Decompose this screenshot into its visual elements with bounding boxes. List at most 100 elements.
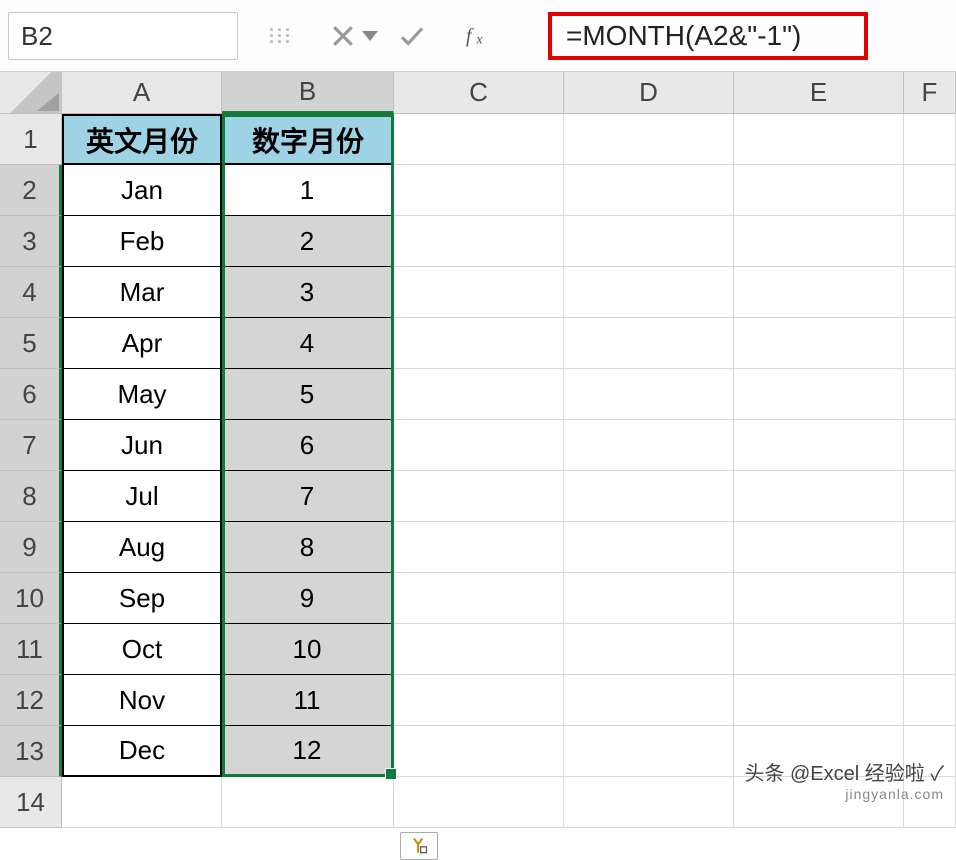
cell[interactable]: [734, 114, 904, 165]
expand-grip-icon[interactable]: [246, 12, 296, 59]
cell[interactable]: [564, 624, 734, 675]
cell[interactable]: [564, 573, 734, 624]
cell[interactable]: [394, 369, 564, 420]
cell-B12[interactable]: 11: [222, 675, 394, 726]
cell-B5[interactable]: 4: [222, 318, 394, 369]
cell[interactable]: [904, 573, 956, 624]
cell[interactable]: [904, 318, 956, 369]
cell-A2[interactable]: Jan: [62, 165, 222, 216]
col-header-A[interactable]: A: [62, 72, 222, 114]
cell[interactable]: [394, 471, 564, 522]
cell[interactable]: [734, 522, 904, 573]
cell[interactable]: [904, 675, 956, 726]
row-header[interactable]: 11: [0, 624, 62, 675]
cell[interactable]: [904, 369, 956, 420]
cell[interactable]: [564, 522, 734, 573]
cell-A8[interactable]: Jul: [62, 471, 222, 522]
cell-A6[interactable]: May: [62, 369, 222, 420]
cell-B2[interactable]: 1: [222, 165, 394, 216]
cell[interactable]: [904, 165, 956, 216]
fx-icon[interactable]: fx: [464, 19, 498, 53]
cell[interactable]: [394, 573, 564, 624]
cell[interactable]: [394, 624, 564, 675]
cell[interactable]: [734, 675, 904, 726]
row-header[interactable]: 3: [0, 216, 62, 267]
row-header[interactable]: 6: [0, 369, 62, 420]
row-header[interactable]: 1: [0, 114, 62, 165]
cell[interactable]: [904, 624, 956, 675]
cell-B6[interactable]: 5: [222, 369, 394, 420]
cell-B13[interactable]: 12: [222, 726, 394, 777]
col-header-E[interactable]: E: [734, 72, 904, 114]
cell[interactable]: [564, 420, 734, 471]
cell[interactable]: [394, 318, 564, 369]
cell-A10[interactable]: Sep: [62, 573, 222, 624]
row-header[interactable]: 4: [0, 267, 62, 318]
cell[interactable]: [222, 777, 394, 828]
cell-B4[interactable]: 3: [222, 267, 394, 318]
cell[interactable]: [394, 216, 564, 267]
row-header[interactable]: 13: [0, 726, 62, 777]
row-header[interactable]: 10: [0, 573, 62, 624]
cell[interactable]: [904, 522, 956, 573]
cell[interactable]: [734, 318, 904, 369]
cell[interactable]: [394, 726, 564, 777]
cell[interactable]: [564, 726, 734, 777]
row-header[interactable]: 9: [0, 522, 62, 573]
formula-text[interactable]: =MONTH(A2&"-1"): [548, 12, 868, 60]
row-header[interactable]: 7: [0, 420, 62, 471]
cell[interactable]: [734, 420, 904, 471]
cell[interactable]: [734, 165, 904, 216]
cell-B7[interactable]: 6: [222, 420, 394, 471]
cell[interactable]: [734, 471, 904, 522]
col-header-F[interactable]: F: [904, 72, 956, 114]
cell[interactable]: [394, 267, 564, 318]
cell[interactable]: [564, 318, 734, 369]
cell-A1[interactable]: 英文月份: [62, 114, 222, 165]
cell[interactable]: [904, 471, 956, 522]
cell[interactable]: [394, 114, 564, 165]
cell[interactable]: [564, 777, 734, 828]
cell[interactable]: [394, 777, 564, 828]
cell[interactable]: [394, 522, 564, 573]
cell[interactable]: [904, 216, 956, 267]
cell-B10[interactable]: 9: [222, 573, 394, 624]
cell[interactable]: [734, 624, 904, 675]
cell-A5[interactable]: Apr: [62, 318, 222, 369]
cell[interactable]: [904, 267, 956, 318]
cell[interactable]: [904, 114, 956, 165]
col-header-D[interactable]: D: [564, 72, 734, 114]
formula-input-area[interactable]: =MONTH(A2&"-1"): [528, 12, 948, 59]
row-header[interactable]: 12: [0, 675, 62, 726]
cell[interactable]: [904, 420, 956, 471]
cell[interactable]: [394, 165, 564, 216]
cell-A3[interactable]: Feb: [62, 216, 222, 267]
cell[interactable]: [564, 114, 734, 165]
cell[interactable]: [394, 675, 564, 726]
cell-B8[interactable]: 7: [222, 471, 394, 522]
cell[interactable]: [734, 216, 904, 267]
cell[interactable]: [734, 267, 904, 318]
row-header[interactable]: 2: [0, 165, 62, 216]
cell-B11[interactable]: 10: [222, 624, 394, 675]
row-header[interactable]: 5: [0, 318, 62, 369]
col-header-C[interactable]: C: [394, 72, 564, 114]
autofill-options-icon[interactable]: [400, 832, 438, 860]
cell-A13[interactable]: Dec: [62, 726, 222, 777]
cell[interactable]: [564, 675, 734, 726]
cell[interactable]: [564, 165, 734, 216]
cell[interactable]: [564, 216, 734, 267]
cancel-icon[interactable]: [326, 19, 360, 53]
cell[interactable]: [734, 573, 904, 624]
col-header-B[interactable]: B: [222, 72, 394, 114]
cell[interactable]: [394, 420, 564, 471]
cell[interactable]: [62, 777, 222, 828]
cell-A11[interactable]: Oct: [62, 624, 222, 675]
enter-icon[interactable]: [395, 19, 429, 53]
cell[interactable]: [564, 369, 734, 420]
select-all-corner[interactable]: [0, 72, 62, 114]
name-box[interactable]: [8, 12, 238, 60]
cell-A9[interactable]: Aug: [62, 522, 222, 573]
row-header[interactable]: 8: [0, 471, 62, 522]
cell-B1[interactable]: 数字月份: [222, 114, 394, 165]
